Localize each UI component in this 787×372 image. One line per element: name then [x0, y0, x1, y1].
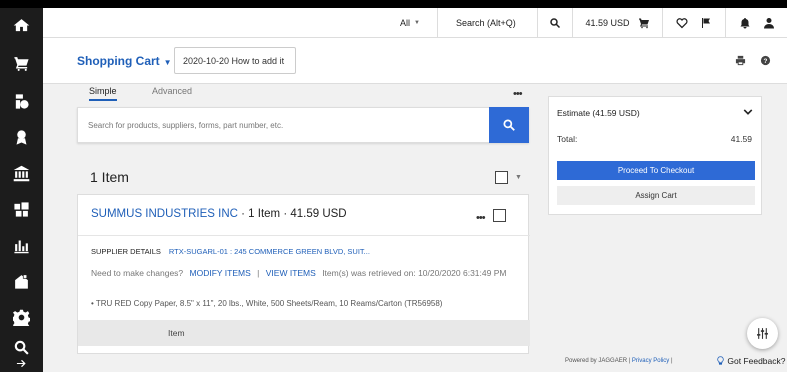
global-search-field[interactable]: Search (Alt+Q)	[437, 8, 537, 38]
procurement-icon[interactable]	[0, 86, 43, 116]
proceed-to-checkout-button[interactable]: Proceed To Checkout	[557, 161, 755, 180]
changes-prefix: Need to make changes?	[91, 268, 184, 278]
cart-title-dropdown[interactable]: Shopping Cart ▼	[77, 54, 172, 68]
supplier-more-icon[interactable]: •••	[476, 212, 486, 224]
search-options-more-icon[interactable]: •••	[513, 88, 523, 100]
supplier-address-link[interactable]: RTX-SUGARL-01 : 245 COMMERCE GREEN BLVD,…	[169, 247, 370, 256]
search-icon	[503, 119, 515, 131]
supplier-details-label: SUPPLIER DETAILS	[91, 247, 161, 256]
supplier-card: SUMMUS INDUSTRIES INC · 1 Item · 41.59 U…	[77, 194, 531, 354]
top-strip	[0, 0, 787, 8]
home-icon[interactable]	[0, 10, 43, 40]
footer: Powered by JAGGAER | Privacy Policy |	[565, 358, 673, 364]
store-icon[interactable]	[0, 266, 43, 296]
cart-icon	[638, 18, 649, 29]
items-count-heading: 1 Item	[90, 169, 129, 185]
privacy-policy-link[interactable]: Privacy Policy	[632, 358, 669, 364]
top-bar: All ▼ Search (Alt+Q) 41.59 USD	[43, 8, 787, 38]
cart-total: 41.59 USD	[585, 18, 630, 28]
gear-icon[interactable]	[0, 302, 43, 332]
assign-cart-button[interactable]: Assign Cart	[557, 186, 755, 205]
total-label: Total:	[557, 134, 578, 144]
tab-simple[interactable]: Simple	[89, 86, 117, 101]
divider	[78, 235, 530, 236]
supplier-meta: · 1 Item · 41.59 USD	[237, 208, 347, 220]
sliders-icon	[757, 328, 768, 339]
column-item-label: Item	[168, 328, 185, 338]
cart-total-button[interactable]: 41.59 USD	[572, 8, 662, 38]
change-instructions: Need to make changes? MODIFY ITEMS | VIE…	[91, 267, 531, 279]
global-search-button[interactable]	[537, 8, 572, 38]
svg-text:?: ?	[764, 58, 768, 65]
cart-header: Shopping Cart ▼ 2020-10-20 How to add it …	[43, 38, 787, 84]
item-column-header: Item	[78, 320, 530, 346]
got-feedback-button[interactable]: Got Feedback?	[716, 356, 786, 366]
bullet-icon: •	[91, 299, 94, 308]
supplier-details: SUPPLIER DETAILS RTX-SUGARL-01 : 245 COMM…	[91, 247, 370, 256]
scope-dropdown[interactable]: All ▼	[383, 8, 437, 38]
search-icon	[550, 18, 561, 29]
settings-sliders-button[interactable]	[747, 318, 778, 349]
product-summary: • TRU RED Copy Paper, 8.5" x 11", 20 lbs…	[91, 299, 442, 308]
select-all-checkbox[interactable]	[495, 171, 508, 184]
suppliers-icon[interactable]	[0, 194, 43, 224]
retrieved-timestamp: Item(s) was retrieved on: 10/20/2020 6:3…	[322, 268, 507, 278]
powered-by: Powered by JAGGAER |	[565, 358, 631, 364]
cart-icon[interactable]	[0, 48, 43, 78]
cart-name-field[interactable]: 2020-10-20 How to add it	[174, 47, 296, 74]
scope-label: All	[400, 18, 411, 28]
help-icon[interactable]: ?	[760, 55, 771, 68]
estimate-card: Estimate (41.59 USD) Total: 41.59 Procee…	[548, 96, 762, 215]
product-search-button[interactable]	[489, 107, 529, 143]
footer-separator: |	[670, 358, 673, 364]
favorites-group	[662, 8, 725, 38]
supplier-checkbox[interactable]	[493, 209, 506, 222]
estimate-title: Estimate (41.59 USD)	[557, 108, 640, 118]
award-icon[interactable]	[0, 122, 43, 152]
tab-advanced[interactable]: Advanced	[152, 86, 192, 96]
caret-down-icon: ▼	[163, 58, 172, 67]
supplier-heading: SUMMUS INDUSTRIES INC · 1 Item · 41.59 U…	[91, 208, 347, 220]
chevron-down-icon: ▼	[414, 20, 420, 26]
product-line: TRU RED Copy Paper, 8.5" x 11", 20 lbs.,…	[95, 299, 443, 308]
caret-down-icon[interactable]: ▼	[515, 174, 522, 181]
user-group	[725, 8, 787, 38]
user-icon[interactable]	[763, 17, 775, 29]
total-value: 41.59	[730, 134, 752, 144]
chevron-down-icon[interactable]	[743, 107, 753, 117]
modify-items-link[interactable]: MODIFY ITEMS	[190, 268, 251, 278]
print-icon[interactable]	[735, 55, 746, 68]
sidebar-nav	[0, 8, 43, 372]
feedback-label: Got Feedback?	[727, 356, 786, 366]
flag-icon[interactable]	[700, 17, 712, 29]
view-items-link[interactable]: VIEW ITEMS	[266, 268, 316, 278]
analytics-icon[interactable]	[0, 230, 43, 260]
heart-icon[interactable]	[676, 17, 688, 29]
lightbulb-icon	[717, 356, 724, 365]
global-search-placeholder: Search (Alt+Q)	[456, 18, 516, 28]
product-search	[77, 107, 529, 143]
cart-title: Shopping Cart	[77, 54, 160, 68]
bell-icon[interactable]	[739, 17, 751, 29]
link-separator: |	[257, 268, 260, 278]
product-search-input[interactable]	[78, 108, 492, 142]
supplier-name[interactable]: SUMMUS INDUSTRIES INC	[91, 208, 238, 220]
arrow-right-icon[interactable]	[0, 354, 43, 372]
institution-icon[interactable]	[0, 158, 43, 188]
